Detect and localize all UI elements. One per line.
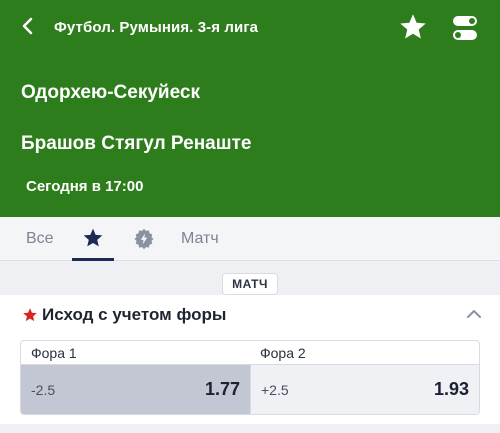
handicap-value: -2.5 xyxy=(31,382,56,398)
favorite-star-icon[interactable] xyxy=(398,12,428,42)
star-icon xyxy=(83,228,103,246)
handicap-value: +2.5 xyxy=(261,382,289,398)
settings-toggle-icon[interactable] xyxy=(452,14,478,42)
column-header: Фора 2 xyxy=(260,345,306,361)
lightning-badge-icon[interactable] xyxy=(133,228,155,250)
column-header: Фора 1 xyxy=(31,345,77,361)
odds-header-row: Фора 1 Фора 2 xyxy=(21,341,479,365)
odds-cell[interactable]: +2.5 1.93 xyxy=(250,365,479,414)
team-away-name: Брашов Стягул Ренаште xyxy=(21,133,252,154)
match-start-time: Сегодня в 17:00 xyxy=(26,178,144,195)
tab-match[interactable]: Матч xyxy=(181,230,219,248)
market-tabs: Все Матч xyxy=(0,217,500,261)
tab-all[interactable]: Все xyxy=(26,230,54,248)
market-title: Исход с учетом форы xyxy=(42,305,227,324)
match-header: Футбол. Румыния. 3-я лига Одорхею-Секуйе… xyxy=(0,0,500,217)
league-title: Футбол. Румыния. 3-я лига xyxy=(54,19,259,36)
tab-favorites[interactable] xyxy=(72,217,114,261)
back-arrow-icon[interactable] xyxy=(16,14,40,38)
odds-value: 1.77 xyxy=(204,379,240,399)
section-label: МАТЧ xyxy=(222,273,278,295)
odds-cell-selected[interactable]: -2.5 1.77 xyxy=(21,365,250,414)
market-card: Исход с учетом форы Фора 1 Фора 2 -2.5 1… xyxy=(0,295,500,424)
red-star-icon[interactable] xyxy=(22,307,38,323)
chevron-up-icon[interactable] xyxy=(465,307,483,321)
team-home-name: Одорхею-Секуйеск xyxy=(21,82,200,103)
odds-table: Фора 1 Фора 2 -2.5 1.77 +2.5 1.93 xyxy=(20,340,480,415)
odds-value: 1.93 xyxy=(433,379,469,399)
